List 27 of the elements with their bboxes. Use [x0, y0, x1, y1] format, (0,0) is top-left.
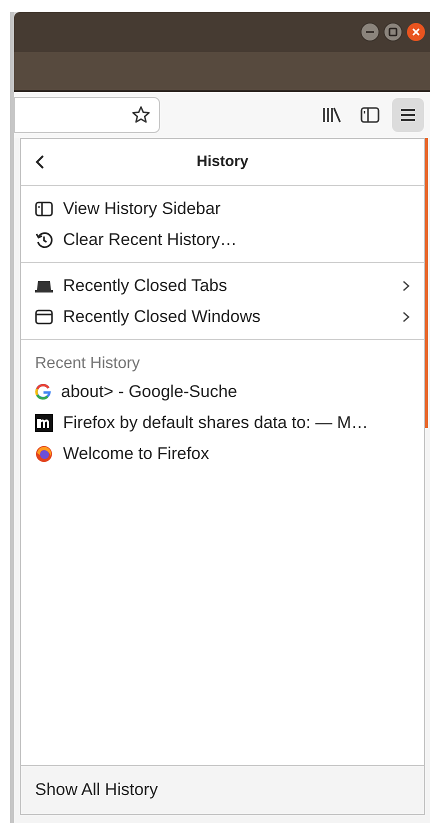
menu-item[interactable]: Clear Recent History… [21, 224, 424, 255]
panel-title: History [196, 152, 250, 172]
submenu-item[interactable]: Recently Closed Windows [21, 301, 424, 332]
close-icon[interactable] [406, 22, 426, 42]
window-icon [35, 308, 53, 324]
tab-icon [35, 278, 53, 292]
library-icon[interactable] [322, 106, 342, 124]
menu-icon [400, 108, 416, 122]
sidebar-icon [35, 200, 53, 216]
back-icon [35, 154, 45, 170]
submenu-item[interactable]: Recently Closed Tabs [21, 270, 424, 301]
menu-item[interactable]: View History Sidebar [21, 193, 424, 224]
maximize-icon[interactable] [383, 22, 403, 42]
sidebar-icon[interactable] [360, 106, 380, 124]
show-all-history-button[interactable]: Show All History [21, 765, 424, 814]
history-item[interactable]: Welcome to Firefox [21, 438, 424, 469]
star-icon[interactable] [131, 105, 151, 125]
menu-button[interactable] [392, 98, 424, 132]
history-item[interactable]: about> - Google-Suche [21, 376, 424, 407]
section-heading: Recent History [35, 354, 140, 374]
url-field[interactable] [14, 97, 160, 133]
m-logo-icon [35, 414, 53, 432]
minimize-icon[interactable] [360, 22, 380, 42]
history-icon [35, 230, 53, 248]
google-g-icon [35, 384, 51, 400]
fox-globe-icon [35, 444, 53, 462]
history-item[interactable]: Firefox by default shares data to: — M… [21, 407, 424, 438]
